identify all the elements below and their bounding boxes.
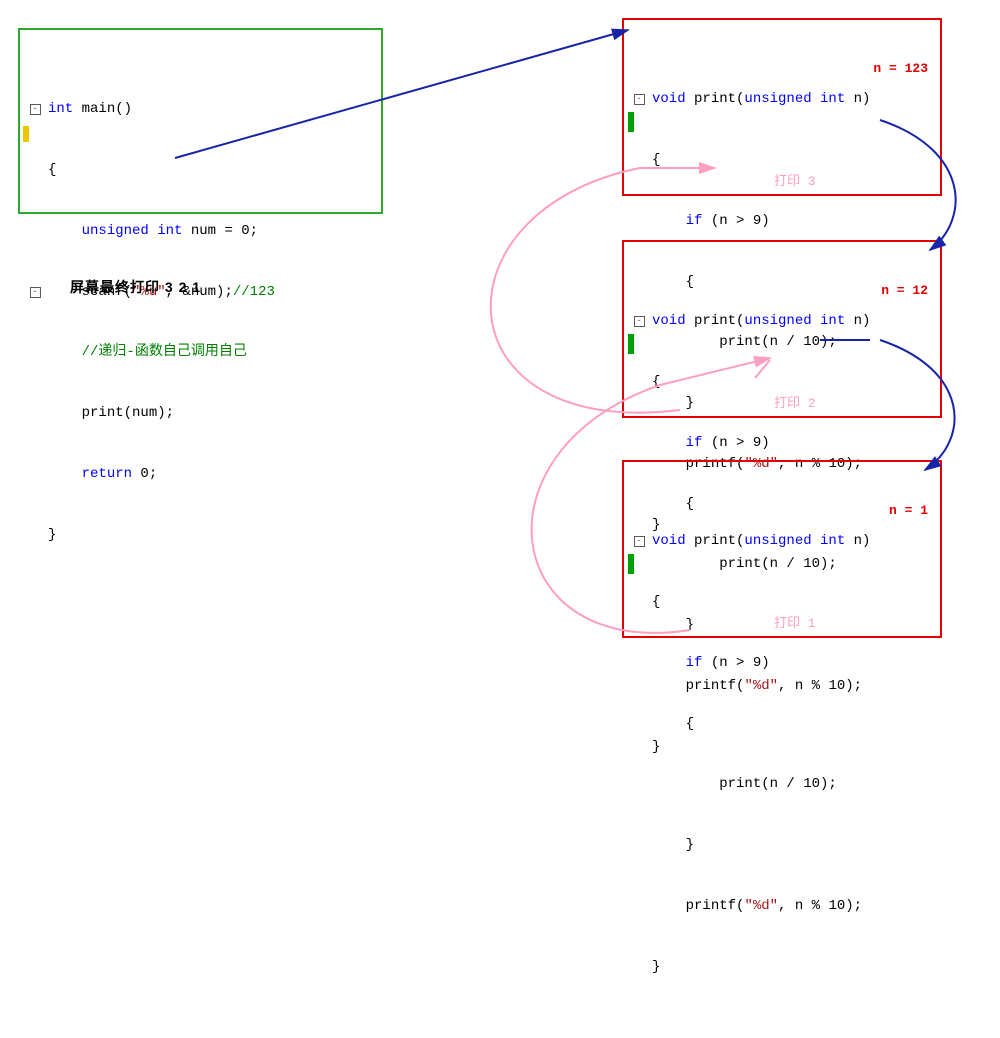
code-line: {	[628, 592, 932, 612]
code-line: -void print(unsigned int n)	[628, 89, 932, 109]
fold-icon: -	[30, 104, 41, 115]
fold-icon: -	[634, 94, 645, 105]
code-line: }	[24, 525, 373, 545]
code-line: {	[628, 372, 932, 392]
fold-icon: -	[634, 536, 645, 547]
code-line: unsigned int num = 0;	[24, 221, 373, 241]
code-line: -int main()	[24, 99, 373, 119]
code-line: //递归-函数自己调用自己	[24, 342, 373, 362]
n-value-label: n = 1	[889, 502, 928, 521]
code-line: print(num);	[24, 403, 373, 423]
code-line: }	[628, 957, 932, 977]
code-line: printf("%d", n % 10);	[628, 896, 932, 916]
print-call-2: -void print(unsigned int n) { if (n > 9)…	[622, 240, 942, 418]
print-result-label: 打印 3	[774, 173, 816, 192]
code-line: if (n > 9)	[628, 211, 932, 231]
code-line: {	[24, 160, 373, 180]
code-line: if (n > 9)	[628, 653, 932, 673]
code-line: }	[628, 737, 932, 757]
main-code-box: -int main() { unsigned int num = 0; - sc…	[18, 28, 383, 214]
fold-icon: -	[30, 287, 41, 298]
n-value-label: n = 123	[873, 60, 928, 79]
print-result-label: 打印 1	[774, 615, 816, 634]
code-line: -void print(unsigned int n)	[628, 531, 932, 551]
code-line: -void print(unsigned int n)	[628, 311, 932, 331]
code-line: return 0;	[24, 464, 373, 484]
code-line: print(n / 10);	[628, 774, 932, 794]
final-output-text: 屏幕最终打印 3 2 1	[70, 277, 201, 297]
code-line: {	[628, 150, 932, 170]
fold-icon: -	[634, 316, 645, 327]
print-call-1: -void print(unsigned int n) { if (n > 9)…	[622, 18, 942, 196]
n-value-label: n = 12	[881, 282, 928, 301]
print-call-3: -void print(unsigned int n) { if (n > 9)…	[622, 460, 942, 638]
code-line: if (n > 9)	[628, 433, 932, 453]
code-line: {	[628, 714, 932, 734]
code-line: }	[628, 835, 932, 855]
print-result-label: 打印 2	[774, 395, 816, 414]
